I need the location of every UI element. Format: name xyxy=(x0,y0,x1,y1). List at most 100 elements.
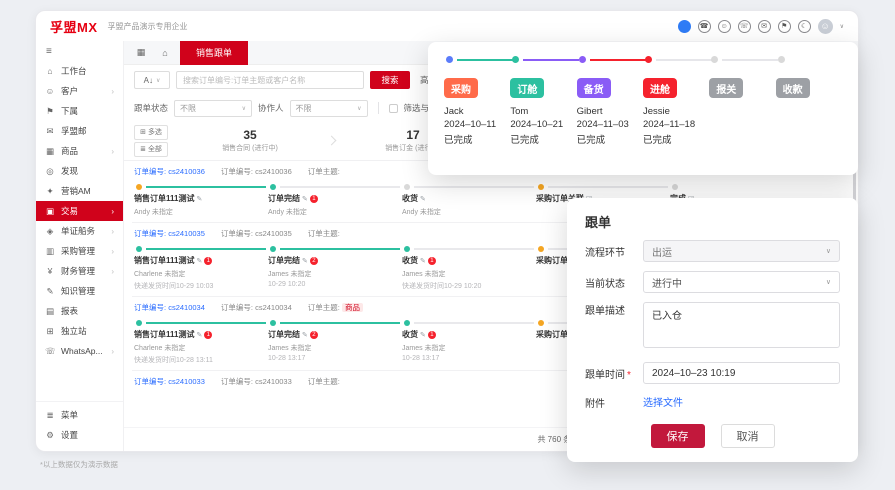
sidebar-item-finance[interactable]: ¥ 财务管理 › xyxy=(36,261,123,281)
workflow-connector xyxy=(589,58,646,61)
save-button[interactable]: 保存 xyxy=(650,424,705,448)
sidebar-item-menu[interactable]: ≣ 菜单 xyxy=(36,405,123,425)
whatsapp-icon[interactable]: ☏ xyxy=(737,19,751,33)
order-no-link[interactable]: 订单编号: cs2410033 xyxy=(134,376,205,387)
step-name[interactable]: 订单完结 ✎ 2 xyxy=(268,255,398,266)
workflow-dot xyxy=(512,56,520,63)
edit-icon[interactable]: ✎ xyxy=(196,195,202,203)
mail-icon[interactable]: ✉ xyxy=(757,19,771,33)
step-name[interactable]: 收货 ✎ 1 xyxy=(402,329,532,340)
select-all-button[interactable]: ≣ 全部 xyxy=(134,141,168,157)
workflow-stage: 备货 Gibert 2024–11–03 已完成 xyxy=(576,78,643,146)
sidebar-collapse-icon[interactable]: ≡ xyxy=(36,44,123,61)
step-name[interactable]: 收货 ✎ 1 xyxy=(402,255,532,266)
description-textarea[interactable]: 已入仓 xyxy=(643,302,840,348)
sidebar-item-customers[interactable]: ☺ 客户 › xyxy=(36,81,123,101)
tab-sales-followup[interactable]: 销售跟单 xyxy=(180,40,249,65)
sidebar-item-settings[interactable]: ⚙ 设置 xyxy=(36,425,123,445)
stage-badge-payment[interactable]: 收款 xyxy=(775,78,810,98)
step-dot xyxy=(404,184,410,190)
topbar: 孚盟MX 孚盟产品演示专用企业 ☎ ☺ ☏ ✉ ⚑ ☾ ☺ ∨ xyxy=(36,11,858,41)
theme-icon[interactable]: ☾ xyxy=(797,19,811,33)
avatar[interactable]: ☺ xyxy=(817,18,833,34)
apps-grid-icon[interactable]: ▦ xyxy=(132,45,150,61)
edit-icon[interactable]: ✎ xyxy=(302,257,308,265)
edit-icon[interactable]: ✎ xyxy=(420,195,426,203)
step-dot xyxy=(538,320,544,326)
step-name[interactable]: 订单完结 ✎ 1 xyxy=(268,193,398,204)
form-title: 跟单 xyxy=(585,215,612,230)
order-no-link[interactable]: 订单编号: cs2410034 xyxy=(134,302,205,313)
order-no-link[interactable]: 订单编号: cs2410035 xyxy=(134,228,205,239)
step-person: James 未指定 xyxy=(268,345,312,352)
collaborator-select[interactable]: 不限 ∨ xyxy=(289,99,368,117)
settings-icon: ⚙ xyxy=(46,429,54,440)
cancel-button[interactable]: 取消 xyxy=(720,424,775,448)
notification-icon[interactable]: ⚑ xyxy=(777,19,791,33)
search-input[interactable] xyxy=(176,71,364,89)
stage-badge-customs[interactable]: 报关 xyxy=(709,78,744,98)
sidebar-item-knowledge[interactable]: ✎ 知识管理 xyxy=(36,281,123,301)
purchasing-icon: ▥ xyxy=(45,245,55,256)
followup-time-input[interactable] xyxy=(643,362,840,384)
sidebar-item-webstore[interactable]: ⊞ 独立站 xyxy=(36,321,123,341)
sidebar-bottom: ≣ 菜单 ⚙ 设置 xyxy=(36,401,123,445)
step-name[interactable]: 销售订单111测试 ✎ xyxy=(134,193,264,204)
current-status-select[interactable]: 进行中 ∨ xyxy=(643,271,840,293)
stage-status: 已完成 xyxy=(444,135,473,146)
edit-icon[interactable]: ✎ xyxy=(420,331,426,339)
sidebar-item-mail[interactable]: ✉ 孚盟邮 xyxy=(36,121,123,141)
home-icon[interactable]: ⌂ xyxy=(156,45,174,61)
related-to-me-checkbox[interactable] xyxy=(388,103,398,113)
edit-icon[interactable]: ✎ xyxy=(302,331,308,339)
workflow-connector xyxy=(457,58,513,61)
sidebar-item-discover[interactable]: ◎ 发现 xyxy=(36,161,123,181)
step-name[interactable]: 收货 ✎ xyxy=(402,193,532,204)
support-icon[interactable]: ☎ xyxy=(697,19,711,33)
announcement-icon[interactable] xyxy=(677,19,691,33)
step-dot xyxy=(404,320,410,326)
edit-icon[interactable]: ✎ xyxy=(420,257,426,265)
stage-badge-booking[interactable]: 订舱 xyxy=(510,78,545,98)
stage-person: Jessie xyxy=(642,106,670,117)
sidebar-item-marketing[interactable]: ✦ 营销AM xyxy=(36,181,123,201)
sidebar-item-reports[interactable]: ▤ 报表 xyxy=(36,301,123,321)
sidebar-item-purchasing[interactable]: ▥ 采购管理 › xyxy=(36,241,123,261)
sidebar-item-shipping-docs[interactable]: ◈ 单证船务 › xyxy=(36,221,123,241)
multi-select-button[interactable]: ⊞ 多选 xyxy=(134,124,168,140)
process-stage-select[interactable]: 出运 ∨ xyxy=(643,240,840,262)
workflow-stage: 收款 xyxy=(775,78,842,146)
step-name[interactable]: 销售订单111测试 ✎ 1 xyxy=(134,329,264,340)
order-no-link[interactable]: 订单编号: cs2410036 xyxy=(134,166,205,177)
step-extra: 快递发货时间10-29 10:03 xyxy=(134,283,214,290)
timeline-step: 订单完结 ✎ 2 James 未指定 10-28 13:17 xyxy=(268,319,402,365)
step-dot xyxy=(538,184,544,190)
stat-sales-contract[interactable]: 35 销售合同 (进行中) xyxy=(176,128,324,153)
step-connector xyxy=(146,322,266,324)
sidebar-item-subordinates[interactable]: ⚑ 下属 xyxy=(36,101,123,121)
sidebar-item-workbench[interactable]: ⌂ 工作台 xyxy=(36,61,123,81)
edit-icon[interactable]: ✎ xyxy=(302,195,308,203)
chevron-down-icon: ∨ xyxy=(155,77,161,84)
stage-badge-stocking[interactable]: 备货 xyxy=(576,78,611,98)
timeline-step: 销售订单111测试 ✎ Andy 未指定 xyxy=(134,183,268,217)
stage-badge-purchase[interactable]: 采购 xyxy=(444,78,478,98)
chevron-right-icon xyxy=(326,135,337,146)
avatar-caret-icon[interactable]: ∨ xyxy=(840,23,844,30)
sidebar-item-products[interactable]: ▦ 商品 › xyxy=(36,141,123,161)
select-all-icon: ≣ xyxy=(140,146,146,153)
edit-icon[interactable]: ✎ xyxy=(196,257,202,265)
stage-badge-loading[interactable]: 进舱 xyxy=(642,78,677,98)
step-person: Andy 未指定 xyxy=(134,209,173,216)
contacts-icon[interactable]: ☺ xyxy=(717,19,731,33)
desktop-background: 孚盟MX 孚盟产品演示专用企业 ☎ ☺ ☏ ✉ ⚑ ☾ ☺ ∨ ≡ ⌂ 工作台 ☺… xyxy=(0,0,895,490)
edit-icon[interactable]: ✎ xyxy=(196,331,202,339)
choose-file-link[interactable]: 选择文件 xyxy=(643,398,683,409)
sidebar-item-whatsapp[interactable]: ☏ WhatsAp... › xyxy=(36,341,123,361)
sort-dropdown[interactable]: A↓ ∨ xyxy=(134,71,170,89)
followup-status-select[interactable]: 不限 ∨ xyxy=(174,99,253,117)
search-button[interactable]: 搜索 xyxy=(370,71,410,89)
step-name[interactable]: 订单完结 ✎ 2 xyxy=(268,329,398,340)
sidebar-item-trade[interactable]: ▣ 交易 › xyxy=(36,201,123,221)
step-name[interactable]: 销售订单111测试 ✎ 1 xyxy=(134,255,264,266)
